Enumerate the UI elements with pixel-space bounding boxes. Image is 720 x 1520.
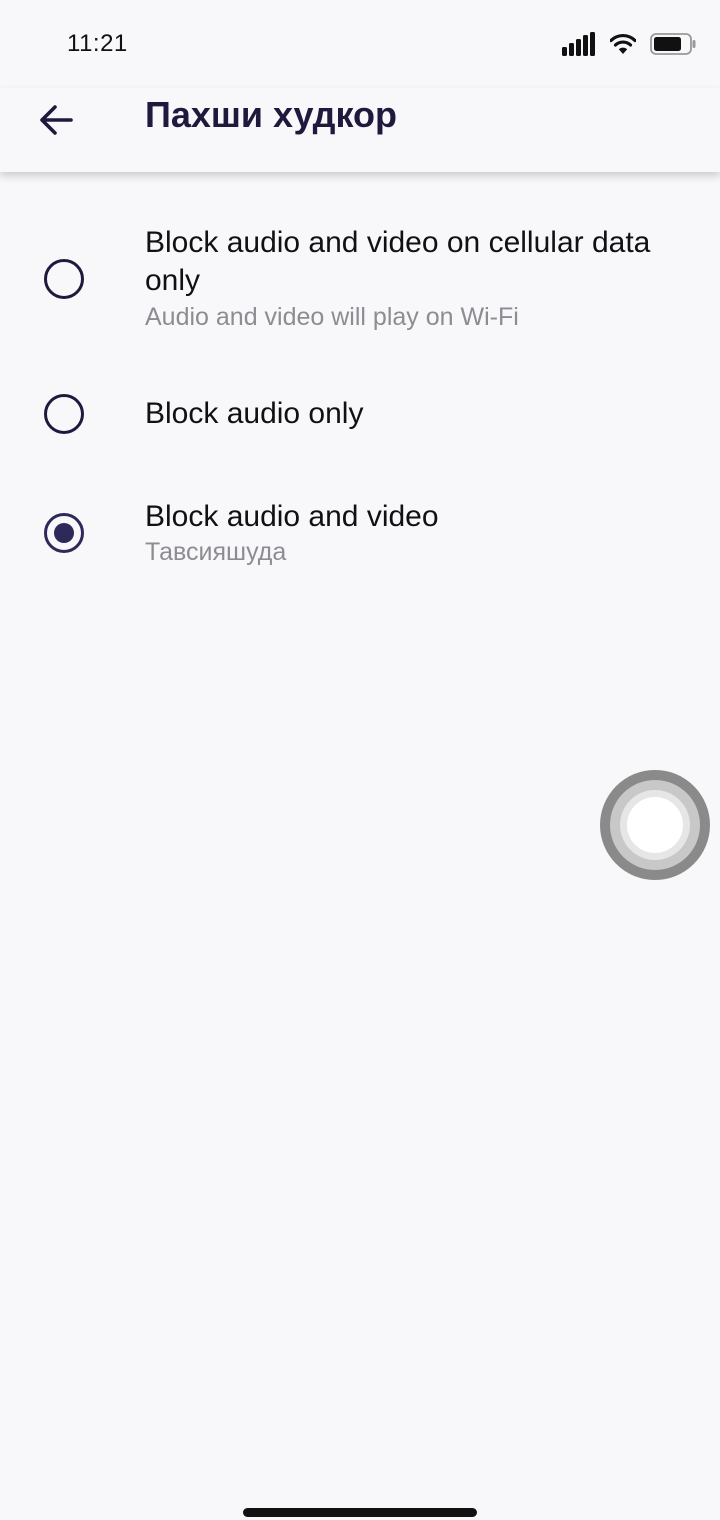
option-label: Block audio and video on cellular data o…: [145, 226, 651, 297]
back-button[interactable]: [28, 92, 84, 148]
status-bar: 11:21: [0, 0, 720, 88]
option-subtitle: Audio and video will play on Wi-Fi: [145, 303, 519, 331]
radio-cellular-only[interactable]: [44, 259, 84, 299]
wifi-icon: [610, 33, 636, 54]
page-title: Пахши худкор: [145, 94, 398, 135]
option-audio-and-video[interactable]: Block audio and video Тавсияшуда: [0, 496, 720, 576]
battery-icon: [650, 33, 696, 55]
option-label: Block audio only: [145, 397, 364, 430]
status-time: 11:21: [67, 30, 128, 57]
home-indicator[interactable]: [243, 1508, 477, 1517]
status-icons: [562, 30, 696, 58]
assistive-touch-icon[interactable]: [600, 770, 710, 880]
option-audio-only[interactable]: Block audio only: [0, 388, 720, 448]
arrow-left-icon: [40, 105, 73, 135]
option-label: Block audio and video: [145, 500, 439, 533]
cellular-signal-icon: [562, 32, 595, 56]
radio-audio-only[interactable]: [44, 394, 84, 434]
option-cellular-only[interactable]: Block audio and video on cellular data o…: [0, 222, 720, 338]
radio-audio-and-video[interactable]: [44, 513, 84, 553]
app-header: Пахши худкор: [0, 88, 720, 172]
option-subtitle: Тавсияшуда: [145, 538, 287, 566]
